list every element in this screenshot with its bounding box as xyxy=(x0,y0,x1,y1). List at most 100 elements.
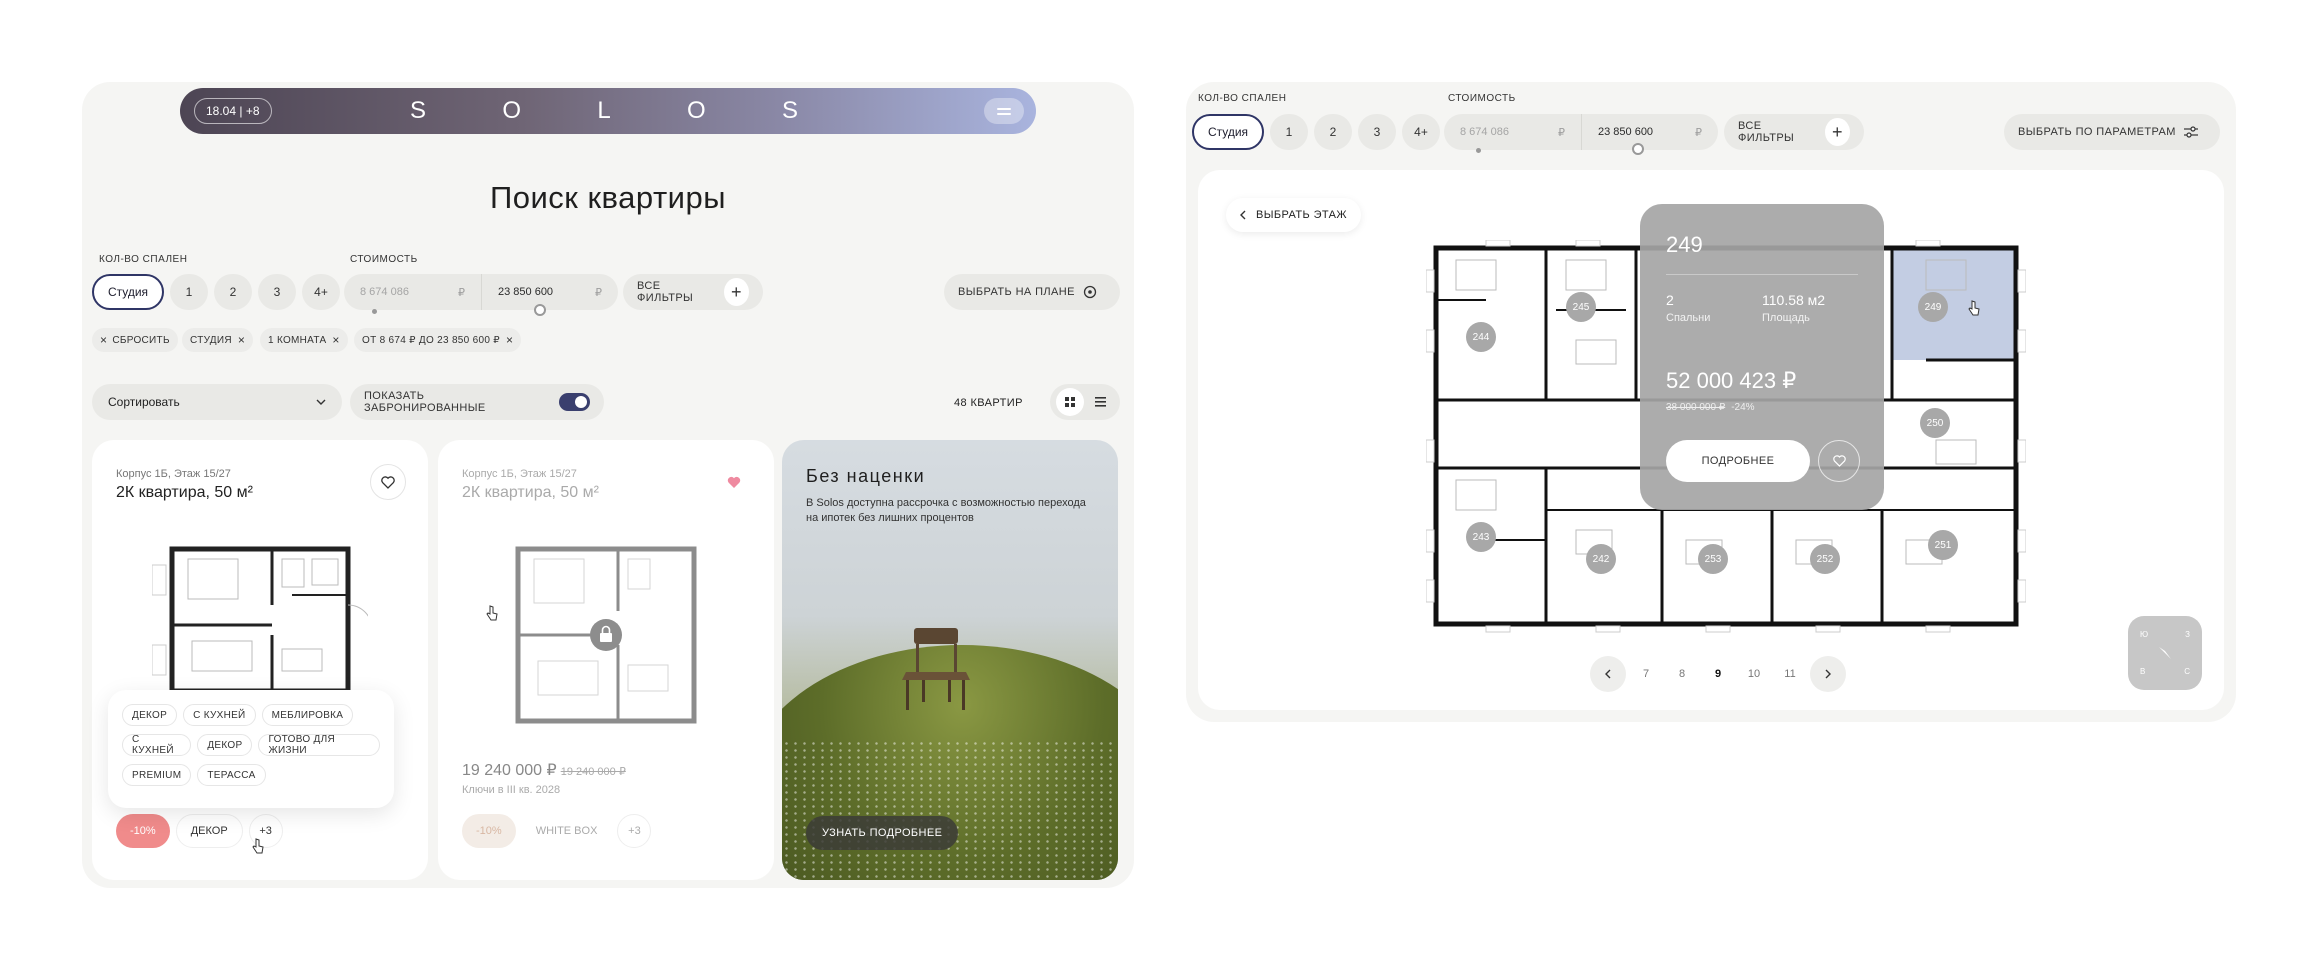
tags-popover: Декор С кухней Меблировка С кухней Декор… xyxy=(108,690,394,808)
price-range: 8 674 086 ₽ 23 850 600 ₽ xyxy=(344,274,618,310)
price-range: 8 674 086 ₽ 23 850 600 ₽ xyxy=(1444,114,1718,150)
active-filter-chip[interactable]: 1 комната × xyxy=(260,328,348,352)
toggle-switch[interactable] xyxy=(558,393,590,411)
show-booked-toggle[interactable]: Показать забронированные xyxy=(350,384,604,420)
choose-by-params-button[interactable]: Выбрать по параметрам xyxy=(2004,114,2220,150)
divider xyxy=(1666,274,1858,275)
reset-label: Сбросить xyxy=(112,334,170,346)
reset-chip[interactable]: × Сбросить xyxy=(92,328,178,352)
price-to-field[interactable]: 23 850 600 ₽ xyxy=(481,274,618,310)
close-icon[interactable]: × xyxy=(238,333,245,347)
discount-badge: -10% xyxy=(462,814,516,848)
card-meta: Корпус 1Б, Этаж 15/27 xyxy=(462,468,577,480)
close-icon: × xyxy=(100,333,108,347)
chip-label: 1 комната xyxy=(268,334,327,346)
active-filter-chip[interactable]: Студия × xyxy=(182,328,254,352)
tag: Меблировка xyxy=(261,704,354,726)
bedroom-option-4plus[interactable]: 4+ xyxy=(1402,114,1440,150)
bedroom-option-2[interactable]: 2 xyxy=(214,274,252,310)
view-switch xyxy=(1050,384,1120,420)
chevron-left-icon xyxy=(1605,669,1611,679)
grid-view-button[interactable] xyxy=(1055,388,1084,416)
compass-needle-icon xyxy=(2159,647,2171,659)
all-filters-button[interactable]: Все фильтры + xyxy=(623,274,763,310)
finish-chip: White box xyxy=(521,814,612,848)
unit-badge-253[interactable]: 253 xyxy=(1698,544,1728,574)
plus-icon: + xyxy=(1824,118,1850,146)
price-slider-min-handle[interactable] xyxy=(372,309,377,314)
sliders-icon xyxy=(2183,126,2198,138)
sort-select[interactable]: Сортировать xyxy=(92,384,342,420)
floor-plan-panel: Кол-во спален Студия 1 2 3 4+ Стоимость … xyxy=(1186,82,2236,722)
favorite-button[interactable] xyxy=(1818,440,1860,482)
price-from-field[interactable]: 8 674 086 ₽ xyxy=(344,274,481,310)
floor-page[interactable]: 8 xyxy=(1666,668,1698,680)
unit-badge-249[interactable]: 249 xyxy=(1918,292,1948,322)
unit-badge-243[interactable]: 243 xyxy=(1466,522,1496,552)
bedrooms-value: 2 xyxy=(1666,292,1674,308)
bedroom-option-2[interactable]: 2 xyxy=(1314,114,1352,150)
bedroom-option-3[interactable]: 3 xyxy=(1358,114,1396,150)
price-to-field[interactable]: 23 850 600 ₽ xyxy=(1581,114,1718,150)
unit-badge-242[interactable]: 242 xyxy=(1586,544,1616,574)
price-slider-max-handle[interactable] xyxy=(534,304,546,316)
bedroom-option-studio[interactable]: Студия xyxy=(92,274,164,310)
compass-west-label: В xyxy=(2140,667,2146,676)
compass-widget[interactable]: Ю З В С xyxy=(2128,616,2202,690)
active-filter-chip[interactable]: от 8 674 ₽ до 23 850 600 ₽ × xyxy=(354,328,522,352)
more-tags-button[interactable]: +3 xyxy=(617,814,652,848)
price-from-field[interactable]: 8 674 086 ₽ xyxy=(1444,114,1581,150)
all-filters-button[interactable]: Все фильтры + xyxy=(1724,114,1864,150)
floor-page[interactable]: 10 xyxy=(1738,668,1770,680)
compass-north-label: Ю xyxy=(2140,630,2149,639)
learn-more-button[interactable]: Узнать подробнее xyxy=(806,816,959,850)
floor-page[interactable]: 7 xyxy=(1630,668,1662,680)
apartment-card[interactable]: Корпус 1Б, Этаж 15/27 2К квартира, 50 м²… xyxy=(92,440,428,880)
logo-letter: O xyxy=(686,97,708,124)
logo-letter: O xyxy=(502,97,523,124)
more-details-button[interactable]: Подробнее xyxy=(1666,440,1810,482)
apartment-card-booked[interactable]: Корпус 1Б, Этаж 15/27 2К квартира, 50 м²… xyxy=(438,440,774,880)
floor-plan-image xyxy=(515,546,697,724)
all-filters-label: Все фильтры xyxy=(637,280,694,304)
choose-floor-button[interactable]: Выбрать этаж xyxy=(1226,198,1361,232)
page-title: Поиск квартиры xyxy=(489,180,727,215)
close-icon[interactable]: × xyxy=(506,333,513,347)
list-icon xyxy=(1095,397,1106,407)
promo-card[interactable]: Без наценки В Solos доступна рассрочка с… xyxy=(782,440,1118,880)
unit-badge-244[interactable]: 244 xyxy=(1466,322,1496,352)
bedroom-option-1[interactable]: 1 xyxy=(170,274,208,310)
menu-button[interactable] xyxy=(984,98,1024,124)
unit-badge-245[interactable]: 245 xyxy=(1566,292,1596,322)
prev-floor-button[interactable] xyxy=(1590,656,1626,692)
promo-text: В Solos доступна рассрочка с возможность… xyxy=(806,497,1086,524)
bedroom-option-4plus[interactable]: 4+ xyxy=(302,274,340,310)
logo[interactable]: S O L O S xyxy=(410,88,800,134)
next-floor-button[interactable] xyxy=(1810,656,1846,692)
old-price-row: 38 000 000 ₽ -24% xyxy=(1666,402,1755,413)
bedroom-option-1[interactable]: 1 xyxy=(1270,114,1308,150)
old-price: 19 240 000 ₽ xyxy=(560,766,626,778)
list-view-button[interactable] xyxy=(1087,388,1115,416)
floor-pager: 7 8 9 10 11 xyxy=(1590,656,1846,692)
bedrooms-caption: Спальни xyxy=(1666,312,1711,324)
bedroom-option-studio[interactable]: Студия xyxy=(1192,114,1264,150)
favorite-button[interactable] xyxy=(716,464,752,500)
bedroom-option-3[interactable]: 3 xyxy=(258,274,296,310)
floor-page-current[interactable]: 9 xyxy=(1702,668,1734,680)
favorite-button[interactable] xyxy=(370,464,406,500)
floor-page[interactable]: 11 xyxy=(1774,668,1806,680)
choose-on-plan-button[interactable]: Выбрать на плане xyxy=(944,274,1120,310)
chevron-left-icon xyxy=(1240,210,1246,220)
unit-badge-252[interactable]: 252 xyxy=(1810,544,1840,574)
menu-icon xyxy=(997,107,1011,110)
tag: Декор xyxy=(197,734,253,756)
apartment-popup: 249 2 Спальни 110.58 м2 Площадь 52 000 4… xyxy=(1640,204,1884,510)
close-icon[interactable]: × xyxy=(332,333,339,347)
logo-letter: S xyxy=(781,97,800,124)
unit-badge-250[interactable]: 250 xyxy=(1920,408,1950,438)
price-slider-max-handle[interactable] xyxy=(1632,143,1644,155)
price-slider-min-handle[interactable] xyxy=(1476,148,1481,153)
unit-badge-251[interactable]: 251 xyxy=(1928,530,1958,560)
date-badge[interactable]: 18.04 | +8 xyxy=(194,98,272,124)
